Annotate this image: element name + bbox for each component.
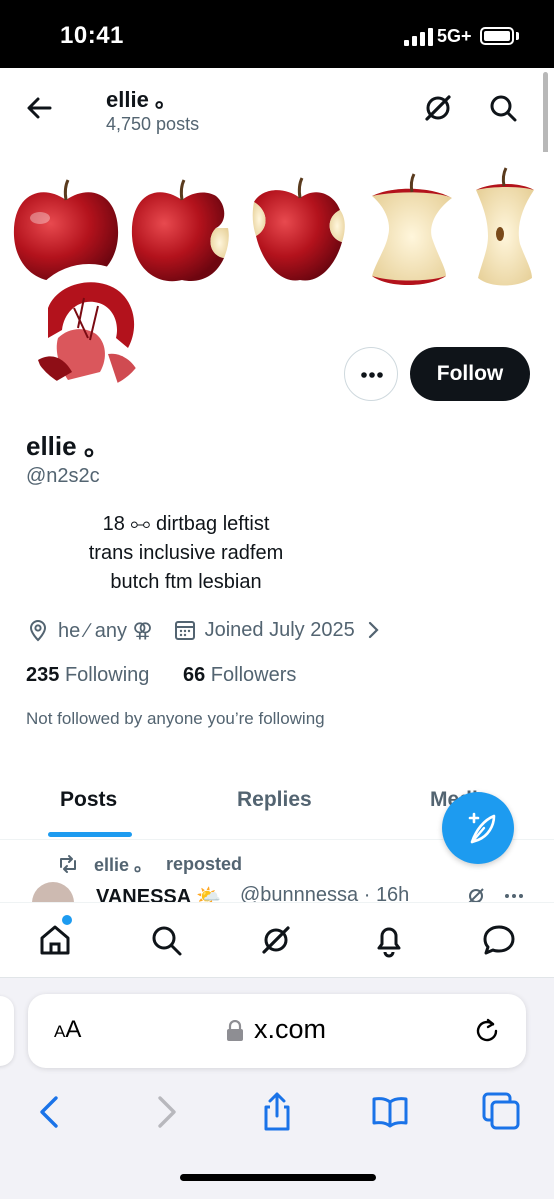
post-handle-time[interactable]: @bunnnessa · 16h (240, 884, 409, 902)
apple-core-half (372, 173, 452, 285)
post-more-icon[interactable] (500, 884, 528, 902)
reload-icon[interactable] (472, 1016, 502, 1046)
status-time: 10:41 (60, 22, 124, 49)
notifications-icon[interactable] (370, 921, 408, 959)
tab-posts[interactable]: Posts (60, 788, 117, 812)
scrollbar[interactable] (543, 72, 548, 160)
repost-indicator: ellie 。 reposted (56, 852, 242, 876)
messages-icon[interactable] (480, 921, 518, 959)
home-icon[interactable] (36, 921, 74, 959)
more-dots-icon (361, 372, 383, 378)
compose-post-button[interactable] (442, 792, 514, 864)
browser-chrome: AA x.com (0, 978, 554, 1199)
apple-core (476, 167, 534, 286)
battery-icon (480, 27, 514, 45)
address-bar[interactable]: AA x.com (28, 994, 526, 1068)
display-name: ellie 。 (26, 431, 110, 461)
post-author-avatar[interactable] (32, 882, 74, 902)
text-size-button[interactable]: AA (54, 1016, 81, 1044)
tab-replies[interactable]: Replies (237, 788, 312, 812)
browser-back-icon[interactable] (28, 1090, 72, 1134)
profile-header: ellie 。 4,750 posts (0, 68, 554, 152)
profile-avatar[interactable] (24, 264, 154, 394)
back-arrow-icon[interactable] (20, 88, 60, 128)
home-indicator[interactable] (180, 1174, 376, 1181)
post-author-name[interactable]: VANESSA 🌤️ (96, 884, 221, 902)
active-tab-indicator (48, 832, 132, 837)
location-text: he ∕ any ⚢ (58, 619, 153, 642)
joined-date[interactable]: Joined July 2025 (205, 619, 355, 642)
tabs-icon[interactable] (480, 1090, 524, 1134)
bookmarks-icon[interactable] (368, 1090, 412, 1134)
follow-stats: 235 Following 66 Followers (26, 664, 324, 687)
post-header[interactable]: VANESSA 🌤️ @bunnnessa · 16h (0, 882, 554, 902)
location-pin-icon (29, 620, 47, 642)
grok-icon[interactable] (418, 88, 458, 128)
user-handle: @n2s2c (26, 465, 100, 487)
previous-tab-peek[interactable] (0, 996, 14, 1066)
compose-feather-icon (468, 812, 496, 844)
followers-link[interactable]: 66 Followers (183, 664, 296, 686)
grok-icon[interactable] (257, 921, 295, 959)
repost-label: reposted (166, 853, 243, 874)
profile-meta: he ∕ any ⚢ Joined July 2025 (26, 616, 385, 644)
more-options-button[interactable] (344, 347, 398, 401)
chevron-right-icon[interactable] (361, 618, 385, 642)
bio-line: 18 ⧟ dirtbag leftist (102, 513, 270, 535)
not-followed-notice: Not followed by anyone you’re following (26, 709, 325, 728)
home-notification-dot (62, 915, 72, 925)
follow-button[interactable]: Follow (410, 347, 530, 401)
grok-icon[interactable] (464, 884, 488, 902)
status-bar: 10:41 5G+ (0, 0, 554, 68)
header-post-count: 4,750 posts (106, 114, 200, 134)
bottom-navigation (0, 902, 554, 978)
bio-line: butch ftm lesbian (110, 571, 262, 593)
apple-one-bite (131, 179, 229, 282)
apple-two-bites (252, 177, 345, 281)
network-label: 5G+ (437, 26, 472, 46)
bio-line: trans inclusive radfem (88, 542, 284, 564)
repost-author[interactable]: ellie 。 (94, 851, 152, 877)
profile-bio: 18 ⧟ dirtbag leftist trans inclusive rad… (26, 510, 346, 597)
calendar-icon (174, 621, 195, 640)
signal-strength-icon (404, 28, 434, 46)
repost-icon (60, 855, 76, 873)
browser-forward-icon[interactable] (144, 1090, 188, 1134)
search-icon[interactable] (483, 88, 523, 128)
url-text[interactable]: x.com (254, 1014, 326, 1045)
following-link[interactable]: 235 Following (26, 664, 149, 686)
search-icon[interactable] (147, 921, 185, 959)
header-display-name: ellie 。 (106, 87, 177, 112)
share-icon[interactable] (255, 1090, 299, 1134)
lock-icon (227, 1020, 243, 1041)
